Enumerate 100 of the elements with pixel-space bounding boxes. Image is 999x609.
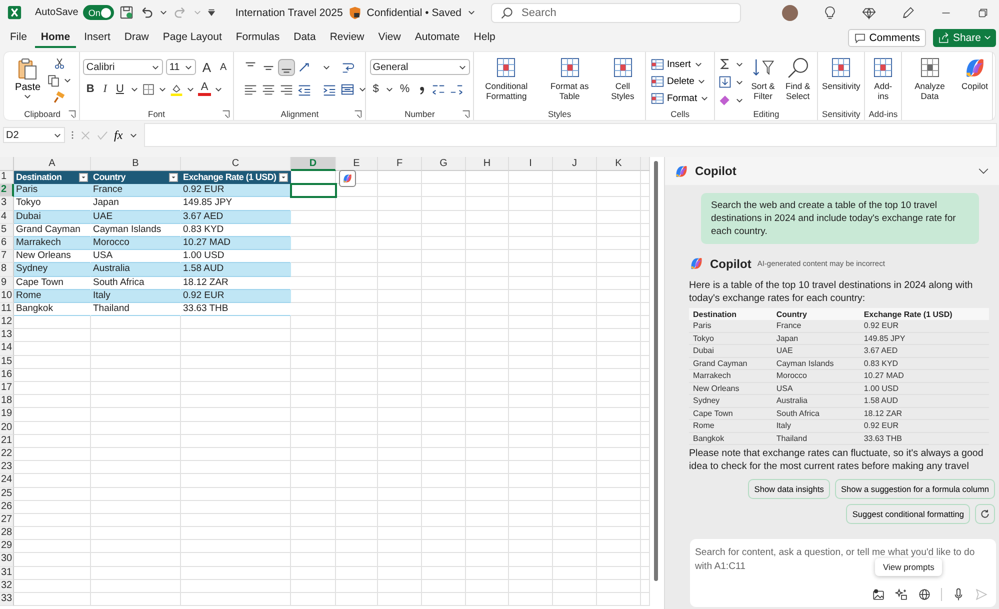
underline-button[interactable]: U: [112, 82, 127, 96]
column-header[interactable]: C: [181, 157, 291, 171]
grid-cell[interactable]: [291, 488, 336, 501]
grid-cell[interactable]: [597, 500, 641, 514]
autosave-toggle[interactable]: On: [83, 5, 114, 20]
grid-cell[interactable]: [553, 329, 597, 342]
grid-cell[interactable]: [466, 263, 509, 276]
grid-cell[interactable]: [181, 540, 291, 554]
grid-cell[interactable]: [14, 434, 91, 448]
paste-button[interactable]: Paste: [13, 55, 43, 101]
grid-cell[interactable]: [466, 461, 509, 474]
comments-button[interactable]: Comments: [848, 28, 926, 46]
grid-cell[interactable]: [336, 488, 378, 501]
grid-cell[interactable]: [378, 580, 422, 593]
grid-cell[interactable]: [14, 461, 91, 474]
grid-cell[interactable]: [336, 408, 378, 422]
grid-cell[interactable]: [641, 184, 650, 198]
grid-cell[interactable]: [291, 434, 336, 448]
grid-cell[interactable]: [181, 356, 291, 369]
grid-cell[interactable]: [422, 434, 466, 448]
grid-cell[interactable]: [291, 422, 336, 435]
grid-cell[interactable]: [509, 250, 553, 264]
grid-cell[interactable]: [14, 474, 91, 488]
grid-cell[interactable]: [641, 580, 650, 593]
grid-cell[interactable]: [466, 422, 509, 435]
grid-cell[interactable]: [597, 210, 641, 224]
formula-input[interactable]: [144, 123, 997, 147]
grid-cell[interactable]: [509, 290, 553, 303]
row-header[interactable]: 18: [0, 395, 14, 408]
ribbon-command[interactable]: Sensitivity: [820, 55, 862, 92]
grid-cell[interactable]: [181, 316, 291, 330]
grid-cell[interactable]: [509, 210, 553, 224]
grid-cell[interactable]: [91, 540, 181, 554]
grid-cell[interactable]: [291, 368, 336, 382]
grid-cell[interactable]: [509, 316, 553, 330]
grid-cell[interactable]: [291, 302, 336, 316]
grid-cell[interactable]: [378, 514, 422, 528]
grid-cell[interactable]: [181, 461, 291, 474]
grid-cell[interactable]: [597, 422, 641, 435]
grid-cell[interactable]: [509, 236, 553, 250]
grid-cell[interactable]: [422, 316, 466, 330]
sensitivity-status[interactable]: Confidential • Saved: [366, 6, 462, 18]
grid-cell[interactable]: [378, 500, 422, 514]
image-icon[interactable]: [872, 588, 885, 601]
row-header[interactable]: 30: [0, 553, 14, 567]
grid-cell[interactable]: [641, 382, 650, 396]
ribbon-command[interactable]: Delete: [651, 74, 706, 89]
grid-cell[interactable]: [14, 316, 91, 330]
grid-cell[interactable]: [466, 276, 509, 290]
row-header[interactable]: 19: [0, 408, 14, 422]
grid-cell[interactable]: [422, 263, 466, 276]
grid-cell[interactable]: [466, 500, 509, 514]
menu-tab[interactable]: Review: [324, 28, 370, 48]
grid-cell[interactable]: [509, 540, 553, 554]
grid-cell[interactable]: [422, 368, 466, 382]
column-header[interactable]: I: [509, 157, 553, 171]
grid-cell[interactable]: [336, 540, 378, 554]
grid-cell[interactable]: [291, 474, 336, 488]
menu-tab[interactable]: View: [372, 28, 407, 48]
row-header[interactable]: 23: [0, 461, 14, 474]
grid-cell[interactable]: [336, 593, 378, 606]
grid-cell[interactable]: [378, 302, 422, 316]
grid-cell[interactable]: [509, 368, 553, 382]
grid-cell[interactable]: [597, 593, 641, 606]
grid-cell[interactable]: [509, 434, 553, 448]
grid-cell[interactable]: [422, 184, 466, 198]
grid-cell[interactable]: [597, 302, 641, 316]
spreadsheet-app-icon[interactable]: [7, 5, 22, 20]
grid-cell[interactable]: [641, 171, 650, 184]
grid-cell[interactable]: [597, 474, 641, 488]
grid-cell[interactable]: [553, 488, 597, 501]
ribbon-command[interactable]: Find & Select: [782, 55, 814, 102]
format-painter-icon[interactable]: [52, 91, 66, 104]
grid-cell[interactable]: [14, 566, 91, 580]
grid-cell[interactable]: [91, 342, 181, 356]
grid-cell[interactable]: [336, 236, 378, 250]
grid-cell[interactable]: [336, 184, 378, 198]
filter-dropdown-icon[interactable]: [79, 172, 88, 182]
grid-cell[interactable]: [466, 434, 509, 448]
grid-cell[interactable]: [466, 342, 509, 356]
grid-cell[interactable]: [91, 593, 181, 606]
grid-cell[interactable]: [378, 356, 422, 369]
grid-cell[interactable]: [553, 422, 597, 435]
insert-function-button[interactable]: fx: [114, 128, 123, 142]
diamond-icon[interactable]: [862, 6, 876, 20]
grid-cell[interactable]: [422, 302, 466, 316]
grid-cell[interactable]: [91, 474, 181, 488]
grid-cell[interactable]: [553, 395, 597, 408]
grid-cell[interactable]: [509, 302, 553, 316]
grid-cell[interactable]: [553, 276, 597, 290]
grid-cell[interactable]: [336, 290, 378, 303]
grid-cell[interactable]: [291, 184, 336, 198]
grid-cell[interactable]: [466, 224, 509, 237]
row-header[interactable]: 7: [0, 250, 14, 264]
grid-cell[interactable]: [378, 434, 422, 448]
grid-cell[interactable]: [597, 316, 641, 330]
copy-icon[interactable]: [46, 74, 60, 87]
grid-cell[interactable]: [378, 395, 422, 408]
grid-cell[interactable]: [14, 395, 91, 408]
grid-cell[interactable]: [91, 434, 181, 448]
